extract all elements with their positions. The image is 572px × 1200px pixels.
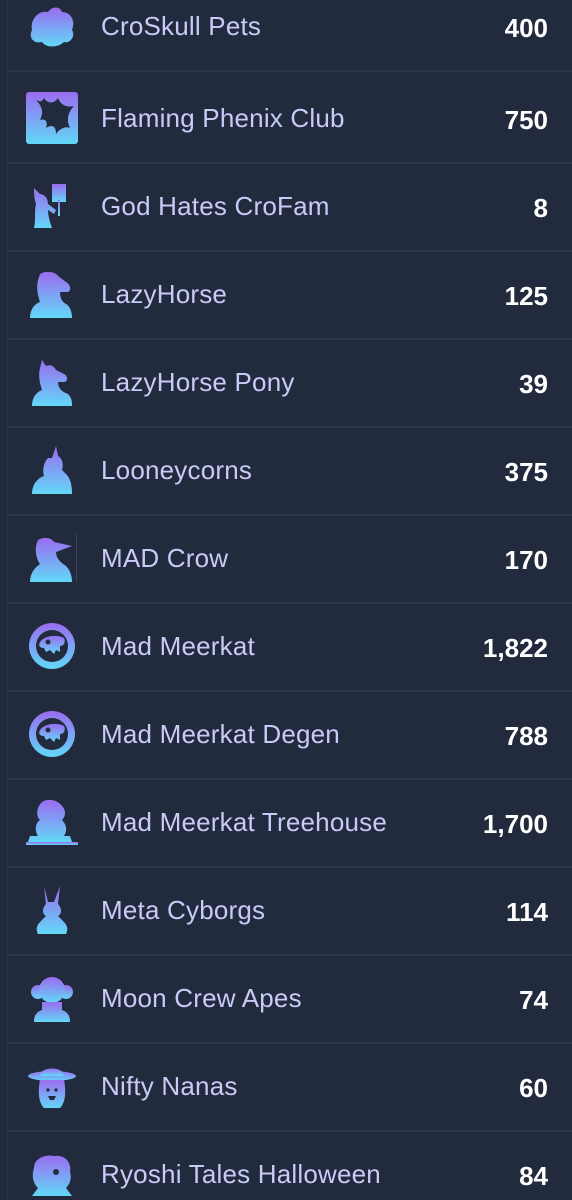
collection-row[interactable]: Mad Meerkat Treehouse 1,700 — [8, 780, 572, 868]
collection-row[interactable]: God Hates CroFam 8 — [8, 164, 572, 252]
meerkat-degen-badge-icon — [26, 708, 78, 760]
collection-list: CroSkull Pets 400 Flaming Phenix Club 75… — [0, 0, 572, 1200]
collection-name: Looneycorns — [101, 455, 253, 485]
collection-name: CroSkull Pets — [101, 11, 262, 41]
collection-row[interactable]: Moon Crew Apes 74 — [8, 956, 572, 1044]
horse-icon — [26, 268, 78, 320]
ape-icon — [26, 972, 78, 1024]
collection-row[interactable]: Flaming Phenix Club 750 — [8, 76, 572, 164]
collection-row[interactable]: Nifty Nanas 60 — [8, 1044, 572, 1132]
collection-row[interactable]: MAD Crow 170 — [8, 516, 572, 604]
collection-name: Moon Crew Apes — [101, 983, 302, 1013]
collection-count: 170 — [504, 545, 548, 575]
collection-count: 750 — [504, 105, 548, 135]
croskull-pets-icon — [26, 0, 78, 52]
collection-name: Flaming Phenix Club — [101, 103, 345, 133]
pony-icon — [26, 356, 78, 408]
collection-count: 1,822 — [482, 633, 548, 663]
collection-name: LazyHorse Pony — [101, 367, 295, 397]
collection-count: 400 — [504, 13, 548, 43]
ryoshi-halloween-icon — [26, 1148, 78, 1200]
collection-name: MAD Crow — [101, 543, 229, 573]
collection-name: Meta Cyborgs — [101, 895, 266, 925]
collection-row[interactable]: CroSkull Pets 400 — [8, 0, 572, 72]
crow-icon — [26, 532, 78, 584]
collection-name: Nifty Nanas — [101, 1071, 238, 1101]
collection-name: LazyHorse — [101, 279, 228, 309]
collection-count: 375 — [504, 457, 548, 487]
collection-count: 125 — [504, 281, 548, 311]
phoenix-icon — [26, 92, 78, 144]
collection-count: 84 — [519, 1161, 548, 1191]
collection-row[interactable]: Looneycorns 375 — [8, 428, 572, 516]
cyborg-bunny-icon — [26, 884, 78, 936]
collection-row[interactable]: LazyHorse Pony 39 — [8, 340, 572, 428]
collection-count: 788 — [504, 721, 548, 751]
collection-count: 60 — [519, 1073, 548, 1103]
collection-row[interactable]: Mad Meerkat 1,822 — [8, 604, 572, 692]
collection-count: 8 — [533, 193, 548, 223]
collection-name: Mad Meerkat — [101, 631, 255, 661]
treehouse-meerkat-icon — [26, 796, 78, 848]
unicorn-icon — [26, 444, 78, 496]
collection-row[interactable]: Mad Meerkat Degen 788 — [8, 692, 572, 780]
collection-row[interactable]: Ryoshi Tales Halloween 84 — [8, 1132, 572, 1200]
meerkat-badge-icon — [26, 620, 78, 672]
collection-count: 74 — [519, 985, 548, 1015]
collection-count: 114 — [506, 897, 548, 927]
collection-name: Mad Meerkat Treehouse — [101, 807, 388, 837]
collection-count: 39 — [519, 369, 548, 399]
collection-count: 1,700 — [482, 809, 548, 839]
collection-name: Mad Meerkat Degen — [101, 719, 340, 749]
collection-row[interactable]: LazyHorse 125 — [8, 252, 572, 340]
collection-name: Ryoshi Tales Halloween — [101, 1159, 381, 1189]
collection-name: God Hates CroFam — [101, 191, 330, 221]
nana-hat-icon — [26, 1060, 78, 1112]
sign-holder-icon — [26, 180, 78, 232]
collection-row[interactable]: Meta Cyborgs 114 — [8, 868, 572, 956]
